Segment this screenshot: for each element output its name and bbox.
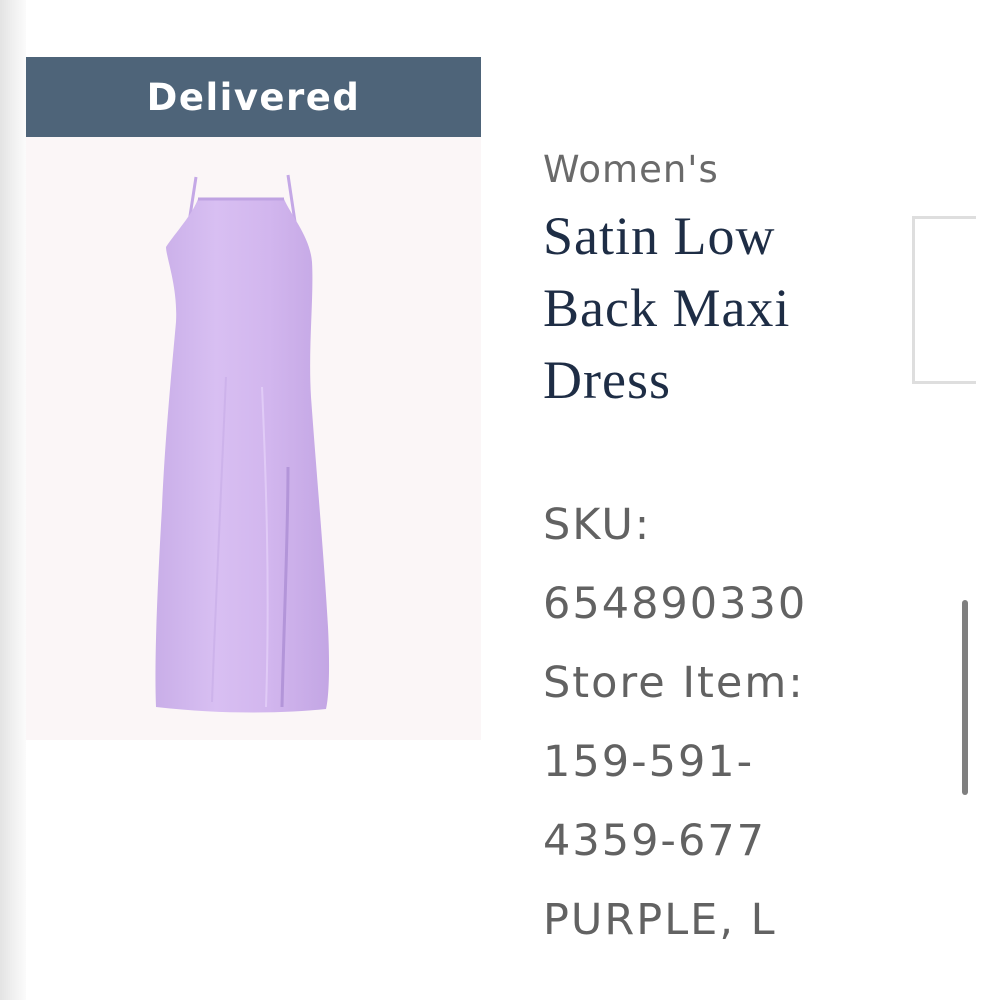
variant-color-size: PURPLE, L xyxy=(543,895,777,945)
product-details: Women's Satin Low Back Maxi Dress xyxy=(543,140,873,416)
product-category: Women's xyxy=(543,148,719,191)
store-item-label: Store Item: xyxy=(543,658,805,708)
product-title-line: Satin Low xyxy=(543,206,776,266)
store-item-value-line: 159-591- xyxy=(543,737,755,787)
product-image[interactable] xyxy=(26,137,481,740)
store-item-value-line: 4359-677 xyxy=(543,816,767,866)
product-title-line: Back Maxi xyxy=(543,278,791,338)
dress-illustration xyxy=(155,174,330,713)
dress-body xyxy=(155,199,330,713)
product-info: SKU: 654890330 Store Item: 159-591- 4359… xyxy=(543,486,873,960)
order-item-page: Delivered Women's Satin Low Back Maxi Dr… xyxy=(0,0,1000,1000)
product-title-line: Dress xyxy=(543,350,671,410)
sku-label: SKU: xyxy=(543,500,652,550)
scrollbar-thumb[interactable] xyxy=(962,600,968,795)
sku-value: 654890330 xyxy=(543,579,808,629)
delivery-status-banner: Delivered xyxy=(26,57,481,137)
status-label: Delivered xyxy=(146,75,361,119)
product-title[interactable]: Satin Low Back Maxi Dress xyxy=(543,200,873,416)
next-item-card-edge[interactable] xyxy=(912,216,976,384)
left-panel-edge xyxy=(0,0,26,1000)
